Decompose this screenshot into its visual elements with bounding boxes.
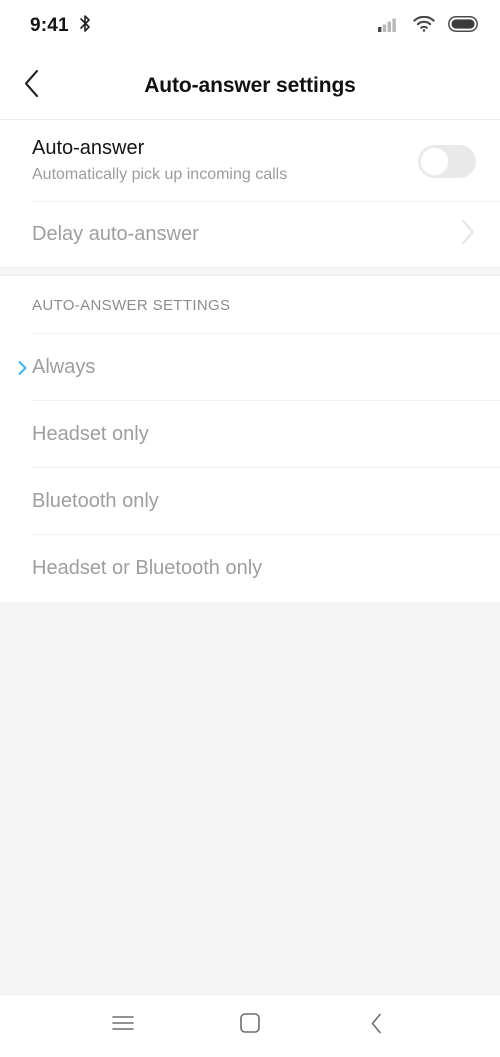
bluetooth-icon xyxy=(78,14,92,38)
system-navigation-bar xyxy=(0,994,500,1056)
home-square-icon xyxy=(240,1013,260,1038)
delay-auto-answer-row[interactable]: Delay auto-answer xyxy=(0,202,500,267)
auto-answer-row[interactable]: Auto-answer Automatically pick up incomi… xyxy=(0,120,500,202)
chevron-right-marker-icon xyxy=(12,360,32,376)
option-row-always[interactable]: Always xyxy=(0,334,500,401)
cellular-signal-icon xyxy=(378,16,400,37)
status-clock: 9:41 xyxy=(30,15,69,36)
back-chevron-icon xyxy=(370,1013,383,1039)
page-title: Auto-answer settings xyxy=(144,73,356,97)
status-bar-right xyxy=(378,15,478,37)
settings-content: Auto-answer Automatically pick up incomi… xyxy=(0,120,500,994)
auto-answer-title: Auto-answer xyxy=(32,137,145,160)
option-marker-placeholder xyxy=(12,427,32,443)
option-marker-placeholder xyxy=(12,494,32,510)
status-bar-left: 9:41 xyxy=(30,14,92,38)
option-marker-placeholder xyxy=(12,561,32,577)
wifi-icon xyxy=(413,15,435,37)
option-label: Always xyxy=(32,356,96,378)
battery-full-icon xyxy=(448,15,478,37)
auto-answer-settings-group: AUTO-ANSWER SETTINGS Always Headset only xyxy=(0,276,500,602)
option-row-bluetooth-only[interactable]: Bluetooth only xyxy=(0,468,500,535)
section-header-label: AUTO-ANSWER SETTINGS xyxy=(32,296,231,314)
back-button[interactable] xyxy=(0,52,62,120)
option-row-headset-or-bluetooth-only[interactable]: Headset or Bluetooth only xyxy=(0,535,500,602)
status-bar: 9:41 xyxy=(0,0,500,52)
delay-auto-answer-texts: Delay auto-answer xyxy=(32,223,460,246)
delay-auto-answer-title: Delay auto-answer xyxy=(32,223,199,245)
menu-icon xyxy=(112,1015,135,1036)
auto-answer-subtitle: Automatically pick up incoming calls xyxy=(32,166,288,184)
toggle-knob xyxy=(420,146,449,176)
back-chevron-icon xyxy=(23,69,40,103)
auto-answer-toggle[interactable] xyxy=(418,144,476,178)
recents-button[interactable] xyxy=(88,995,158,1057)
home-button[interactable] xyxy=(215,995,285,1057)
option-label: Headset only xyxy=(32,423,149,445)
title-bar: Auto-answer settings xyxy=(0,52,500,120)
chevron-right-icon xyxy=(460,219,476,250)
section-separator xyxy=(0,267,500,276)
option-label: Headset or Bluetooth only xyxy=(32,557,263,579)
option-label: Bluetooth only xyxy=(32,490,159,512)
section-header: AUTO-ANSWER SETTINGS xyxy=(0,276,500,334)
phone-screen: 9:41 Auto-answer settings Auto-answer Au… xyxy=(0,0,500,1056)
option-row-headset-only[interactable]: Headset only xyxy=(0,401,500,468)
nav-back-button[interactable] xyxy=(342,995,412,1057)
auto-answer-group: Auto-answer Automatically pick up incomi… xyxy=(0,120,500,267)
auto-answer-texts: Auto-answer Automatically pick up incomi… xyxy=(32,137,418,184)
